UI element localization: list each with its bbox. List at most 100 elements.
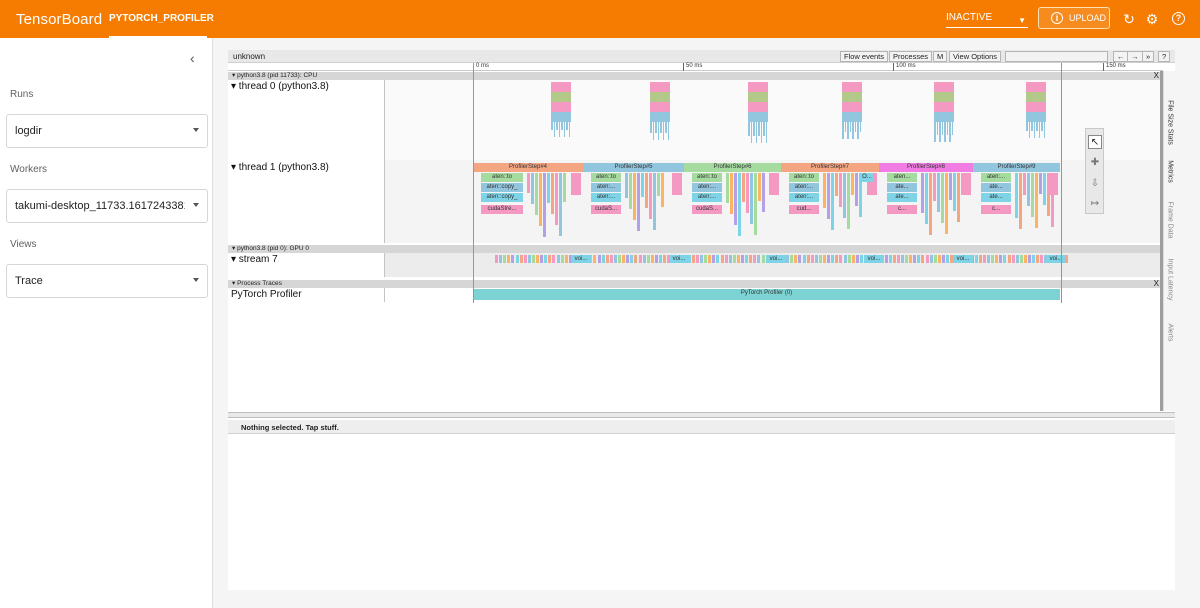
op-slice[interactable] [1031,173,1034,217]
op-slice[interactable] [657,173,660,196]
op-slice[interactable] [1048,173,1058,195]
op-slice[interactable] [625,173,628,198]
thread0-tick[interactable] [1028,122,1030,138]
op-slice[interactable] [547,173,550,203]
op-slice[interactable] [742,173,745,202]
thread0-tick[interactable] [859,122,861,132]
gpu-kernel[interactable] [921,255,925,263]
op-slice[interactable] [555,173,558,225]
thread0-row[interactable] [385,80,1163,160]
op-slice[interactable] [535,173,538,215]
thread0-tick[interactable] [566,122,568,130]
thread0-tick[interactable] [1033,122,1035,138]
thread0-slice[interactable] [934,82,954,92]
thread0-tick[interactable] [551,122,553,130]
close-icon[interactable]: X [1154,72,1159,80]
thread0-tick[interactable] [1043,122,1045,138]
gear-icon[interactable]: ⚙ [1144,11,1160,27]
gpu-kernel[interactable] [835,255,839,263]
gpu-kernel[interactable] [941,255,945,263]
aten-to-slice[interactable]: aten::to [692,173,722,182]
thread0-tick[interactable] [844,122,846,132]
thread0-tick[interactable] [665,122,667,133]
aten-copy-slice[interactable]: ate... [887,193,917,202]
op-slice[interactable] [661,173,664,207]
gpu-kernel[interactable] [1032,255,1036,263]
thread0-tick[interactable] [847,122,849,139]
op-slice[interactable] [531,173,534,204]
process-traces-header[interactable]: ▾ Process Traces X [228,280,1163,288]
gpu-kernel[interactable] [1028,255,1031,263]
gpu-kernel[interactable] [978,255,982,263]
gpu-kernel[interactable] [695,255,699,263]
profiler-track-label[interactable]: PyTorch Profiler [231,289,302,300]
op-slice[interactable] [539,173,542,226]
thread0-slice[interactable] [551,112,571,122]
thread0-tick[interactable] [563,122,565,137]
gpu-kernel[interactable] [724,255,728,263]
gpu-kernel[interactable] [642,255,646,263]
gpu-kernel[interactable] [823,255,826,263]
aten-copy-slice[interactable]: aten:... [591,193,621,202]
op-slice[interactable] [559,173,562,236]
views-select[interactable]: Trace [6,264,208,298]
gpu-kernel[interactable] [790,255,794,263]
gpu-kernel[interactable] [540,255,544,263]
gpu-kernel[interactable] [802,255,806,263]
thread0-tick[interactable] [852,122,854,139]
op-slice[interactable] [563,173,566,202]
gpu-kernel[interactable] [884,255,888,263]
aten-to-slice[interactable]: aten::to [481,173,523,182]
cuda-stream-slice[interactable]: cudaStre... [481,205,523,214]
thread0-tick[interactable] [558,122,560,137]
thread1-label[interactable]: ▾ thread 1 (python3.8) [231,162,329,173]
gpu-kernel[interactable] [650,255,654,263]
op-slice[interactable] [543,173,546,237]
thread0-slice[interactable] [748,102,768,112]
gpu-kernel[interactable] [548,255,552,263]
plugin-state-dropdown[interactable]: INACTIVE ▼ [946,10,1028,28]
gpu-kernel[interactable] [761,255,765,263]
thread0-label[interactable]: ▾ thread 0 (python3.8) [231,81,329,92]
gpu-kernel[interactable] [634,255,638,263]
trace-tracks[interactable]: ▾ python3.8 (pid 11733): CPU X ▾ thread … [228,50,1163,410]
thread0-tick[interactable] [750,122,752,143]
op-slice[interactable] [641,173,644,197]
cuda-stream-slice[interactable]: cudaS... [591,205,621,214]
gpu-kernel[interactable] [618,255,621,263]
gpu-kernel[interactable] [613,255,617,263]
thread0-tick[interactable] [568,122,570,137]
gpu-kernel[interactable] [622,255,626,263]
gpu-kernel-labeled[interactable]: voi... [864,255,884,263]
op-slice[interactable] [762,173,765,212]
gpu-kernel[interactable] [499,255,503,263]
tab-frame-data[interactable]: Frame Data [1167,202,1174,239]
op-slice[interactable] [961,173,971,195]
thread0-tick[interactable] [842,122,844,139]
gpu-kernel[interactable] [937,255,941,263]
chevron-left-icon[interactable]: ‹ [190,50,195,66]
op-slice[interactable] [769,173,779,195]
thread0-slice[interactable] [934,92,954,102]
gpu-kernel[interactable] [839,255,843,263]
gpu-kernel[interactable] [855,255,859,263]
gpu-kernel[interactable] [601,255,605,263]
gpu-kernel[interactable] [712,255,716,263]
gpu-kernel[interactable] [626,255,630,263]
op-slice[interactable] [726,173,729,203]
aten-copy-slice[interactable]: ate... [981,193,1011,202]
thread0-tick[interactable] [854,122,856,132]
gpu-kernel[interactable] [663,255,667,263]
gpu-process-header[interactable]: ▾ python3.8 (pid 0): GPU 0 [228,245,1163,253]
thread0-tick[interactable] [941,122,943,135]
gpu-kernel[interactable] [929,255,933,263]
thread0-tick[interactable] [667,122,669,140]
op-slice[interactable] [925,173,928,224]
tab-alerts[interactable]: Alerts [1167,315,1174,351]
thread0-tick[interactable] [946,122,948,135]
gpu-kernel[interactable] [630,255,634,263]
op-slice[interactable] [746,173,749,213]
thread0-tick[interactable] [748,122,750,136]
help-icon[interactable]: ? [1172,12,1185,25]
gpu-kernel[interactable] [654,255,658,263]
